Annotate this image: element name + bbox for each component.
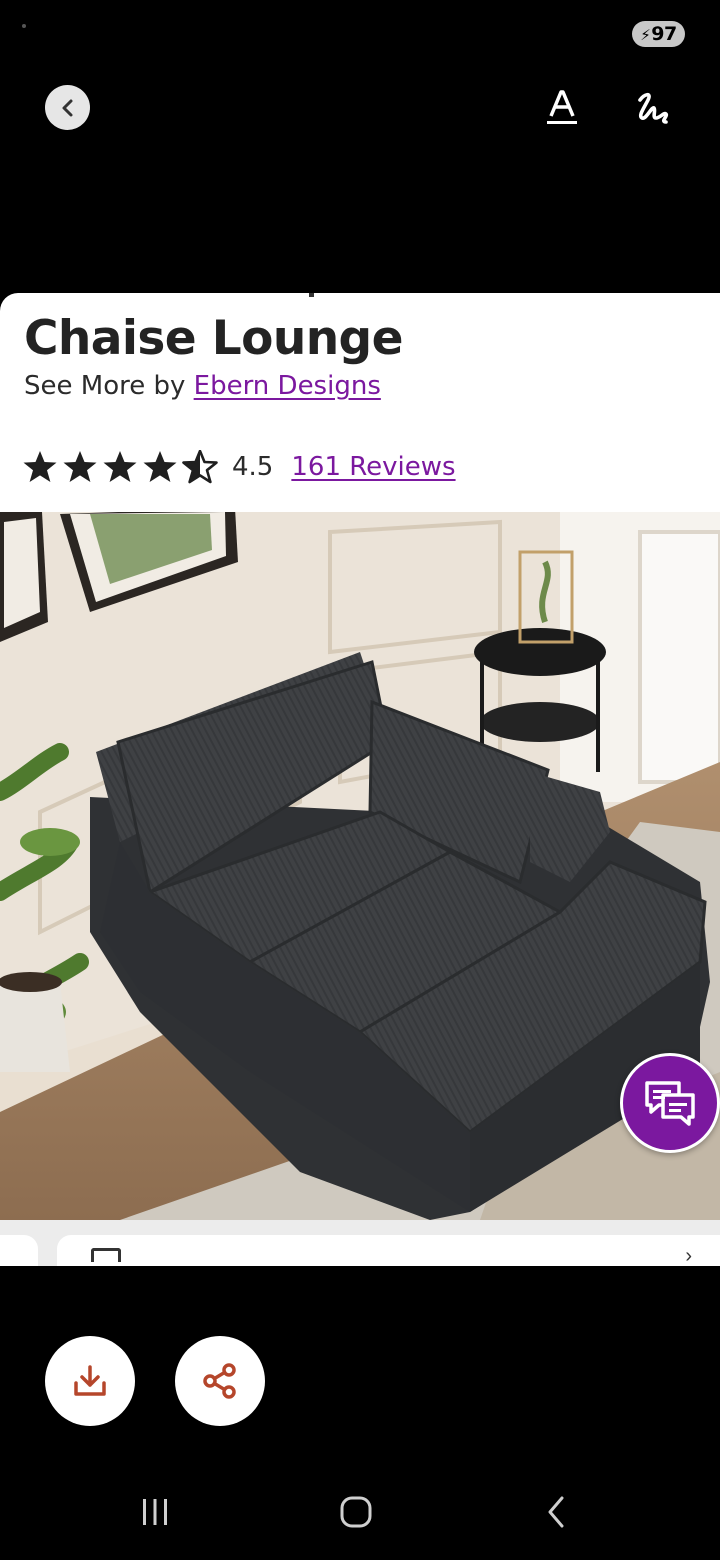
- chat-bubbles-icon: [645, 1081, 695, 1126]
- panel-icon: [91, 1248, 121, 1262]
- share-button[interactable]: [175, 1336, 265, 1426]
- nav-recents-button[interactable]: [135, 1492, 175, 1532]
- reviews-link[interactable]: 161 Reviews: [291, 452, 455, 482]
- product-title: Chaise Lounge: [24, 311, 403, 366]
- chevron-left-icon: [62, 99, 72, 116]
- bottom-panel: ›: [0, 1220, 720, 1266]
- star-full-icon: [143, 451, 177, 482]
- battery-indicator: ⚡97: [632, 21, 685, 47]
- nav-back-button[interactable]: [537, 1492, 577, 1532]
- scribble-icon: [638, 92, 669, 124]
- charging-icon: ⚡: [640, 26, 651, 44]
- screenshot-preview: Chaise Lounge See More by Ebern Designs …: [0, 293, 720, 1266]
- back-button[interactable]: [45, 85, 90, 130]
- star-half-icon: [182, 450, 218, 484]
- star-rating: [22, 450, 218, 484]
- product-image: [0, 512, 720, 1220]
- text-a-icon: [547, 90, 577, 124]
- share-icon: [203, 1363, 236, 1399]
- title-fragment: [309, 293, 314, 297]
- home-icon: [340, 1496, 372, 1528]
- text-tool-button[interactable]: [545, 88, 579, 126]
- download-icon: [74, 1365, 106, 1396]
- rating-value: 4.5: [232, 452, 274, 482]
- star-full-icon: [103, 451, 137, 482]
- draw-tool-button[interactable]: [632, 88, 672, 126]
- bottom-panel-left-card: [0, 1235, 38, 1266]
- chat-button[interactable]: [620, 1053, 720, 1153]
- chevron-right-icon: ›: [685, 1245, 692, 1266]
- nav-home-button[interactable]: [336, 1492, 376, 1532]
- star-full-icon: [63, 451, 97, 482]
- see-more-line: See More by Ebern Designs: [24, 371, 381, 401]
- see-more-prefix: See More by: [24, 371, 194, 401]
- bottom-panel-card: ›: [57, 1235, 720, 1266]
- back-icon: [548, 1496, 564, 1528]
- brand-link[interactable]: Ebern Designs: [194, 371, 381, 401]
- download-button[interactable]: [45, 1336, 135, 1426]
- status-indicator-dot: [22, 24, 26, 28]
- recents-icon: [143, 1499, 167, 1525]
- star-full-icon: [23, 451, 57, 482]
- battery-level: 97: [651, 23, 677, 45]
- rating-row: 4.5 161 Reviews: [22, 449, 456, 485]
